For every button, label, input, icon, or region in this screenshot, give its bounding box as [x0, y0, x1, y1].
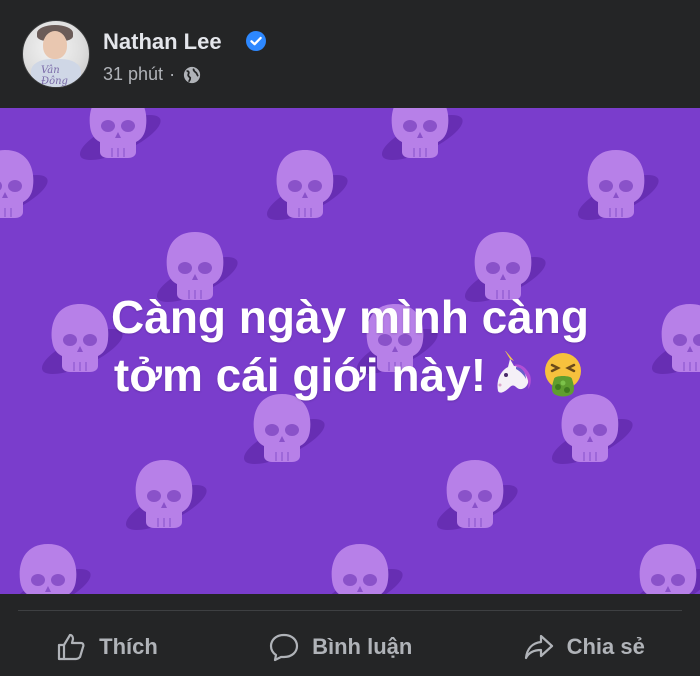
avatar[interactable]: Vân Đông	[22, 20, 90, 88]
like-label: Thích	[99, 634, 158, 659]
vomiting-face-icon	[545, 353, 582, 397]
post-time[interactable]: 31 phút	[103, 64, 163, 85]
like-button[interactable]: Thích	[55, 631, 158, 663]
comment-button[interactable]: Bình luận	[268, 631, 412, 663]
author-name[interactable]: Nathan Lee	[103, 29, 222, 55]
post-text-line-1: Càng ngày mình càng	[111, 291, 589, 343]
post-actions: Thích Bình luận Chia sẻ	[0, 618, 700, 676]
post-background: Càng ngày mình càng tởm cái giới này!	[0, 108, 700, 594]
share-label: Chia sẻ	[566, 634, 645, 659]
unicorn-icon	[497, 351, 531, 393]
globe-icon	[183, 66, 201, 83]
action-divider	[18, 610, 682, 611]
post-meta: 31 phút ·	[103, 64, 201, 85]
post-text: Càng ngày mình càng tởm cái giới này!	[0, 288, 700, 404]
comment-label: Bình luận	[312, 634, 413, 659]
comment-icon	[269, 633, 299, 662]
post-text-line-2-text: tởm cái giới này!	[113, 349, 487, 401]
post-header: Vân Đông Nathan Lee 31 phút ·	[0, 0, 700, 108]
share-icon	[524, 634, 553, 660]
thumbs-up-icon	[58, 633, 85, 661]
share-button[interactable]: Chia sẻ	[523, 631, 645, 663]
meta-separator: ·	[169, 64, 176, 84]
post-text-line-2: tởm cái giới này!	[0, 346, 700, 404]
verified-badge-icon	[246, 31, 266, 51]
